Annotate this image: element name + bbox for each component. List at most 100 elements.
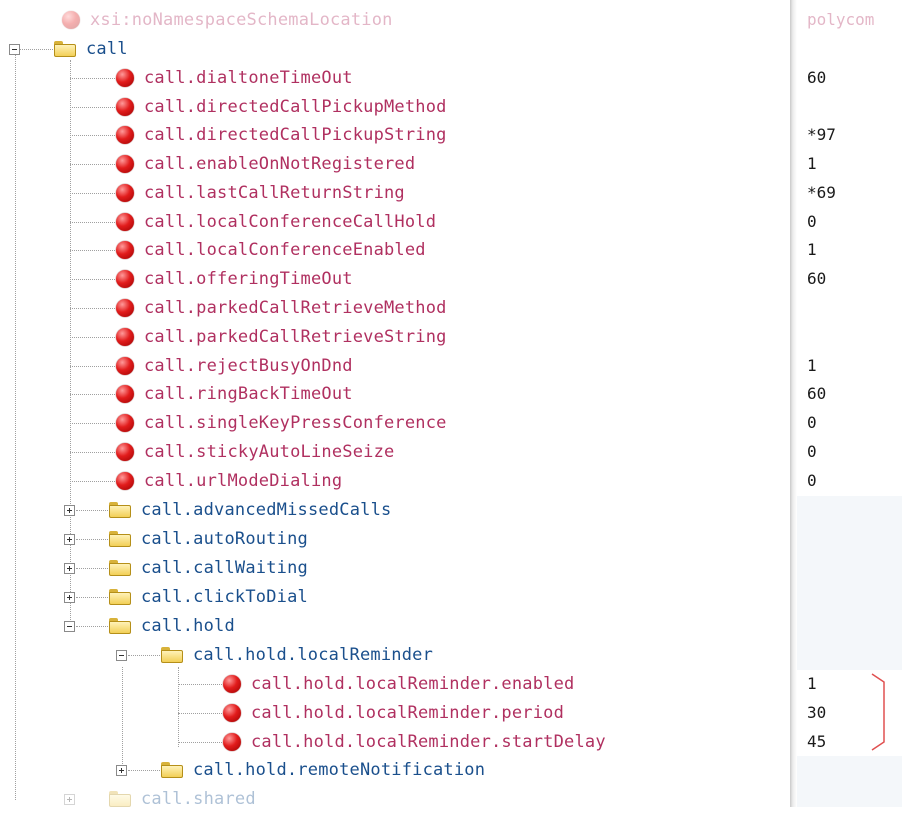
value-cell[interactable]: 60 [807, 64, 826, 92]
attribute-row[interactable]: call.directedCallPickupMethod [116, 93, 447, 121]
folder-call[interactable]: call [54, 35, 128, 63]
attribute-row[interactable]: call.rejectBusyOnDnd [116, 352, 353, 380]
value-cell[interactable]: 1 [807, 236, 817, 264]
folder-icon [109, 531, 131, 547]
folder-row[interactable]: call.autoRouting [109, 525, 308, 553]
red-ball-icon [116, 385, 134, 403]
attribute-name: call.localConferenceCallHold [144, 212, 437, 232]
schema-location-attribute[interactable]: xsi:noNamespaceSchemaLocation [62, 6, 393, 34]
folder-call-shared[interactable]: call.shared [109, 785, 256, 813]
folder-name: call.shared [141, 789, 256, 809]
attribute-row[interactable]: call.ringBackTimeOut [116, 380, 353, 408]
value-cell[interactable]: 0 [807, 208, 817, 236]
folder-name: call.clickToDial [141, 587, 308, 607]
red-ball-icon [116, 357, 134, 375]
attribute-row[interactable]: call.parkedCallRetrieveMethod [116, 294, 447, 322]
value-cell[interactable]: 60 [807, 265, 826, 293]
expand-toggle-icon[interactable] [64, 563, 75, 574]
attribute-name: call.parkedCallRetrieveMethod [144, 298, 447, 318]
folder-row[interactable]: call.clickToDial [109, 583, 308, 611]
attribute-row[interactable]: call.offeringTimeOut [116, 265, 353, 293]
value-cell[interactable]: 0 [807, 438, 817, 466]
column-divider[interactable] [790, 0, 797, 807]
attribute-row[interactable]: call.hold.localReminder.period [223, 699, 564, 727]
red-ball-icon [223, 704, 241, 722]
folder-remote-notification[interactable]: call.hold.remoteNotification [161, 756, 485, 784]
expand-toggle-icon[interactable] [116, 765, 127, 776]
tree-connector [122, 667, 123, 774]
attribute-row[interactable]: call.localConferenceEnabled [116, 236, 426, 264]
value-cell[interactable]: polycom [807, 6, 874, 34]
attribute-name: call.directedCallPickupString [144, 125, 447, 145]
red-ball-icon [116, 328, 134, 346]
expand-toggle-icon[interactable] [64, 505, 75, 516]
folder-name: call.callWaiting [141, 558, 308, 578]
expand-toggle-icon[interactable] [64, 534, 75, 545]
expand-toggle-icon[interactable] [64, 592, 75, 603]
red-ball-icon [116, 126, 134, 144]
folder-icon [109, 589, 131, 605]
folder-icon [109, 791, 131, 807]
folder-local-reminder[interactable]: call.hold.localReminder [161, 641, 433, 669]
folder-name: call.advancedMissedCalls [141, 500, 392, 520]
red-ball-icon [116, 241, 134, 259]
collapse-toggle-icon[interactable] [9, 44, 20, 55]
value-cell[interactable]: *97 [807, 121, 836, 149]
attribute-row[interactable]: call.singleKeyPressConference [116, 409, 447, 437]
folder-row[interactable]: call.callWaiting [109, 554, 308, 582]
red-ball-icon [116, 69, 134, 87]
value-cell[interactable]: 0 [807, 467, 817, 495]
red-ball-icon [116, 299, 134, 317]
value-cell[interactable]: *69 [807, 179, 836, 207]
attribute-name: call.directedCallPickupMethod [144, 97, 447, 117]
attribute-row[interactable]: call.directedCallPickupString [116, 121, 447, 149]
red-ball-icon [62, 11, 80, 29]
attribute-row[interactable]: call.parkedCallRetrieveString [116, 323, 447, 351]
expand-toggle-icon[interactable] [64, 794, 75, 805]
value-cell[interactable]: 1 [807, 670, 817, 698]
folder-icon [109, 502, 131, 518]
value-cell[interactable]: 45 [807, 728, 826, 756]
red-ball-icon [223, 733, 241, 751]
attribute-name: call.singleKeyPressConference [144, 413, 447, 433]
folder-call-hold[interactable]: call.hold [109, 612, 235, 640]
attribute-name: call.stickyAutoLineSeize [144, 442, 395, 462]
attribute-name: call.enableOnNotRegistered [144, 154, 416, 174]
attribute-row[interactable]: call.hold.localReminder.startDelay [223, 728, 606, 756]
folder-name: call [86, 39, 128, 59]
folder-row[interactable]: call.advancedMissedCalls [109, 496, 391, 524]
red-ball-icon [116, 443, 134, 461]
red-ball-icon [116, 270, 134, 288]
attribute-row[interactable]: call.lastCallReturnString [116, 179, 405, 207]
attribute-name: call.parkedCallRetrieveString [144, 327, 447, 347]
attribute-name: call.lastCallReturnString [144, 183, 405, 203]
attribute-row[interactable]: call.stickyAutoLineSeize [116, 438, 394, 466]
attribute-name: call.hold.localReminder.enabled [251, 674, 575, 694]
folder-name: call.autoRouting [141, 529, 308, 549]
attribute-name: call.hold.localReminder.period [251, 703, 565, 723]
tree-connector [178, 667, 179, 747]
value-cell[interactable]: 60 [807, 380, 826, 408]
tree-connector [15, 54, 16, 800]
folder-name: call.hold [141, 616, 235, 636]
attribute-name: call.offeringTimeOut [144, 269, 353, 289]
attribute-row[interactable]: call.enableOnNotRegistered [116, 150, 415, 178]
red-ball-icon [223, 675, 241, 693]
red-ball-icon [116, 213, 134, 231]
annotation-bracket [871, 673, 885, 751]
folder-icon [109, 618, 131, 634]
value-cell[interactable]: 0 [807, 409, 817, 437]
value-cell[interactable]: 30 [807, 699, 826, 727]
attribute-row[interactable]: call.dialtoneTimeOut [116, 64, 353, 92]
value-cell[interactable]: 1 [807, 352, 817, 380]
attribute-row[interactable]: call.hold.localReminder.enabled [223, 670, 574, 698]
attribute-name: call.ringBackTimeOut [144, 384, 353, 404]
attribute-row[interactable]: call.localConferenceCallHold [116, 208, 436, 236]
value-cell[interactable]: 1 [807, 150, 817, 178]
collapse-toggle-icon[interactable] [116, 650, 127, 661]
folder-icon [54, 41, 76, 57]
attribute-name: call.dialtoneTimeOut [144, 68, 353, 88]
attribute-row[interactable]: call.urlModeDialing [116, 467, 342, 495]
folder-name: call.hold.localReminder [193, 645, 434, 665]
collapse-toggle-icon[interactable] [64, 621, 75, 632]
